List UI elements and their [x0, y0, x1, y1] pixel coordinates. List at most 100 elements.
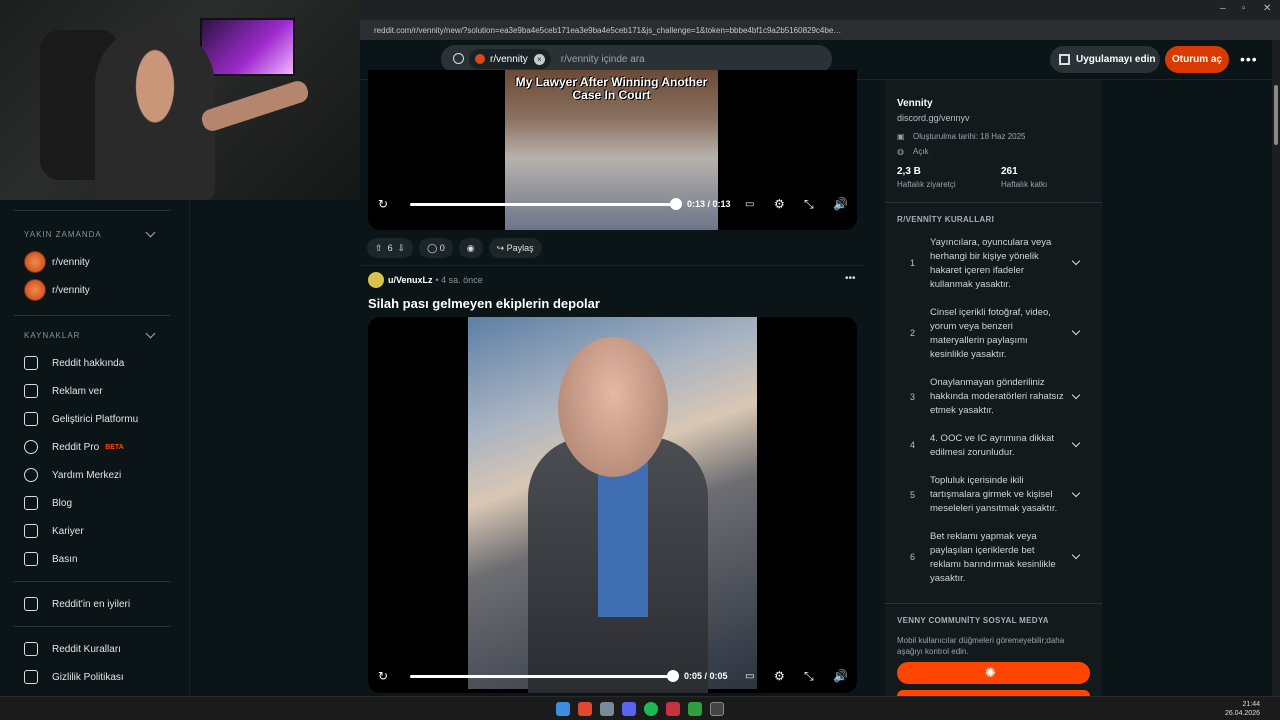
rule-item[interactable]: 1 Yayıncılara, oyunculara veya herhangi … [885, 234, 1102, 294]
app-icon[interactable] [688, 702, 702, 716]
sidebar-item-about[interactable]: Reddit hakkında [24, 353, 124, 373]
progress-knob[interactable] [670, 198, 682, 210]
contrib-value: 261 [1001, 166, 1018, 177]
scrollbar-thumb[interactable] [1274, 85, 1278, 145]
streamer [95, 25, 215, 200]
system-clock[interactable]: 21:44 26.04.2026 [1225, 700, 1260, 718]
app-icon[interactable] [666, 702, 680, 716]
url-text[interactable]: reddit.com/r/vennity/new/?solution=ea3e9… [374, 26, 844, 35]
rules-title: R/VENNİTY KURALLARI [897, 215, 995, 224]
fullscreen-icon[interactable]: ⤡ [804, 669, 814, 684]
more-options-icon[interactable]: ••• [1240, 51, 1258, 67]
progress-track[interactable] [410, 202, 675, 206]
get-app-button[interactable]: Uygulamayı edin [1050, 46, 1160, 73]
search-input[interactable]: r/vennity içinde ara [561, 54, 645, 65]
rule-text: Topluluk içerisinde ikili tartışmalara g… [930, 475, 1058, 514]
upvote-icon[interactable]: ⇧ [375, 243, 383, 254]
clock-time: 21:44 [1242, 701, 1260, 708]
rule-number: 5 [910, 490, 916, 500]
qr-code-icon [1059, 54, 1070, 65]
post2-video[interactable]: ↻ 0:05 / 0:05 ▭ ⚙ ⤡ 🔊 [368, 317, 857, 693]
post2-title[interactable]: Silah pası gelmeyen ekiplerin depolar [368, 296, 600, 311]
start-icon[interactable] [556, 702, 570, 716]
comment-icon: ◯ [427, 242, 438, 253]
login-button[interactable]: Oturum aç [1165, 46, 1229, 73]
chip-close-icon[interactable]: × [533, 53, 545, 65]
settings-gear-icon[interactable]: ⚙ [774, 669, 785, 683]
captions-icon[interactable]: ▭ [745, 671, 754, 682]
author-name[interactable]: u/VenuxLz [388, 275, 433, 285]
progress-track[interactable] [410, 674, 672, 678]
award-button[interactable]: ◉ [458, 238, 483, 258]
divider [885, 202, 1102, 203]
rule-item[interactable]: 2 Cinsel içerikli fotoğraf, video, yorum… [885, 304, 1102, 364]
progress-knob[interactable] [667, 670, 679, 682]
sidebar-item-press[interactable]: Basın [24, 549, 78, 569]
windows-taskbar: 21:44 26.04.2026 [0, 696, 1280, 720]
post-time: • 4 sa. önce [435, 275, 483, 285]
divider [14, 581, 170, 582]
close-icon[interactable]: ✕ [1263, 3, 1271, 14]
search-bar[interactable]: r/vennity × r/vennity içinde ara [441, 45, 832, 73]
chevron-down-icon[interactable] [1071, 326, 1081, 336]
community-link[interactable]: discord.gg/vennyv [897, 113, 970, 123]
share-button[interactable]: ↪ Paylaş [488, 238, 542, 258]
sidebar-item-privacy[interactable]: Gizlilik Politikası [24, 667, 124, 687]
recent-item[interactable]: r/vennity [24, 251, 90, 273]
chevron-up-icon[interactable] [145, 227, 156, 238]
video-time: 0:13 / 0:13 [687, 199, 731, 209]
rule-number: 2 [910, 328, 916, 338]
vote-bar[interactable]: ⇧ 6 ⇩ [367, 238, 414, 258]
spotify-icon[interactable] [644, 702, 658, 716]
recent-item[interactable]: r/vennity [24, 279, 90, 301]
divider [885, 603, 1102, 604]
replay-icon[interactable]: ↻ [378, 669, 388, 683]
post1-video[interactable]: My Lawyer After Winning Another Case In … [368, 70, 857, 230]
fullscreen-icon[interactable]: ⤡ [804, 197, 814, 212]
sidebar-item-developer[interactable]: Geliştirici Platformu [24, 409, 138, 429]
volume-icon[interactable]: 🔊 [833, 197, 848, 211]
chevron-down-icon[interactable] [1071, 550, 1081, 560]
subreddit-chip[interactable]: r/vennity × [469, 49, 551, 69]
subreddit-chip-label: r/vennity [490, 53, 528, 65]
chevron-up-icon[interactable] [145, 328, 156, 339]
social-media-button[interactable]: ✺ [897, 662, 1090, 684]
sidebar-item-rules[interactable]: Reddit Kuralları [24, 639, 121, 659]
volume-icon[interactable]: 🔊 [833, 669, 848, 683]
sidebar-item-blog[interactable]: Blog [24, 493, 72, 513]
rule-item[interactable]: 5 Topluluk içerisinde ikili tartışmalara… [885, 472, 1102, 518]
divider [14, 210, 170, 211]
rule-item[interactable]: 3 Onaylanmayan gönderiliniz hakkında mod… [885, 374, 1102, 420]
maximize-icon[interactable]: ▫ [1242, 3, 1246, 14]
rule-item[interactable]: 6 Bet reklamı yapmak veya paylaşılan içe… [885, 528, 1102, 588]
chevron-down-icon[interactable] [1071, 390, 1081, 400]
video-person-shirt [598, 457, 648, 617]
comments-button[interactable]: ◯ 0 [419, 238, 453, 258]
recent-item-label: r/vennity [52, 284, 90, 296]
replay-icon[interactable]: ↻ [378, 197, 388, 211]
share-label: Paylaş [506, 243, 534, 253]
downvote-icon[interactable]: ⇩ [398, 243, 406, 254]
chevron-down-icon[interactable] [1071, 256, 1081, 266]
sidebar-item-best-of[interactable]: Reddit'in en iyileri [24, 594, 130, 614]
rule-text: Cinsel içerikli fotoğraf, video, yorum v… [930, 307, 1051, 360]
obs-icon[interactable] [710, 702, 724, 716]
rule-item[interactable]: 4 4. OOC ve IC ayrımına dikkat edilmesi … [885, 430, 1102, 462]
settings-gear-icon[interactable]: ⚙ [774, 197, 785, 211]
captions-icon[interactable]: ▭ [745, 199, 754, 210]
sidebar-item-help[interactable]: Yardım Merkezi [24, 465, 121, 485]
discord-icon[interactable] [622, 702, 636, 716]
author-avatar[interactable] [368, 272, 384, 288]
address-bar[interactable]: reddit.com/r/vennity/new/?solution=ea3e9… [360, 20, 1280, 40]
minimize-icon[interactable]: – [1220, 3, 1226, 14]
sidebar-item-advertise[interactable]: Reklam ver [24, 381, 103, 401]
sidebar-item-careers[interactable]: Kariyer [24, 521, 84, 541]
brave-icon[interactable] [578, 702, 592, 716]
post-more-icon[interactable]: ••• [845, 273, 856, 284]
chevron-down-icon[interactable] [1071, 488, 1081, 498]
app-icon[interactable] [600, 702, 614, 716]
sidebar-item-reddit-pro[interactable]: Reddit Pro BETA [24, 437, 124, 457]
streamer-arm [199, 78, 311, 134]
chevron-down-icon[interactable] [1071, 438, 1081, 448]
scrollbar[interactable] [1272, 40, 1280, 696]
